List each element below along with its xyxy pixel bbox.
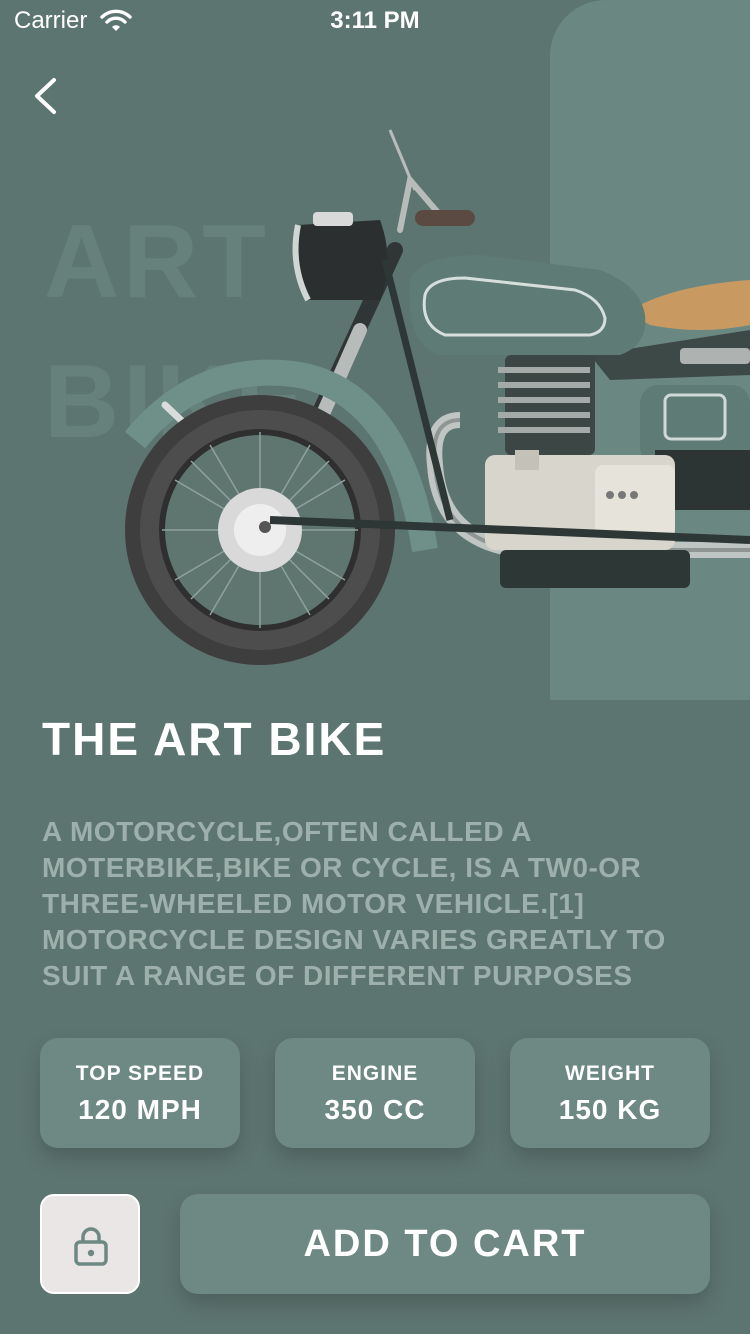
lock-icon (74, 1227, 108, 1266)
chevron-left-icon (35, 78, 56, 114)
motorcycle-illustration (124, 129, 750, 665)
spec-value: 120 MPH (78, 1094, 202, 1125)
spec-card-weight: WEIGHT 150 KG (510, 1038, 710, 1148)
product-title: THE ART BIKE (42, 713, 387, 765)
product-description: A MOTORCYCLE,OFTEN CALLED A MOTERBIKE,BI… (42, 816, 666, 991)
spec-label: WEIGHT (565, 1062, 655, 1085)
add-to-cart-button[interactable]: ADD TO CART (180, 1194, 710, 1294)
spec-label: TOP SPEED (75, 1062, 205, 1085)
back-button[interactable] (28, 72, 68, 120)
spec-card-top-speed: TOP SPEED 120 MPH (40, 1038, 240, 1148)
spec-value: 150 KG (558, 1094, 662, 1125)
spec-card-engine: ENGINE 350 CC (275, 1038, 475, 1148)
spec-value: 350 CC (324, 1094, 426, 1125)
lock-button[interactable] (40, 1194, 140, 1294)
spec-label: ENGINE (331, 1062, 419, 1085)
